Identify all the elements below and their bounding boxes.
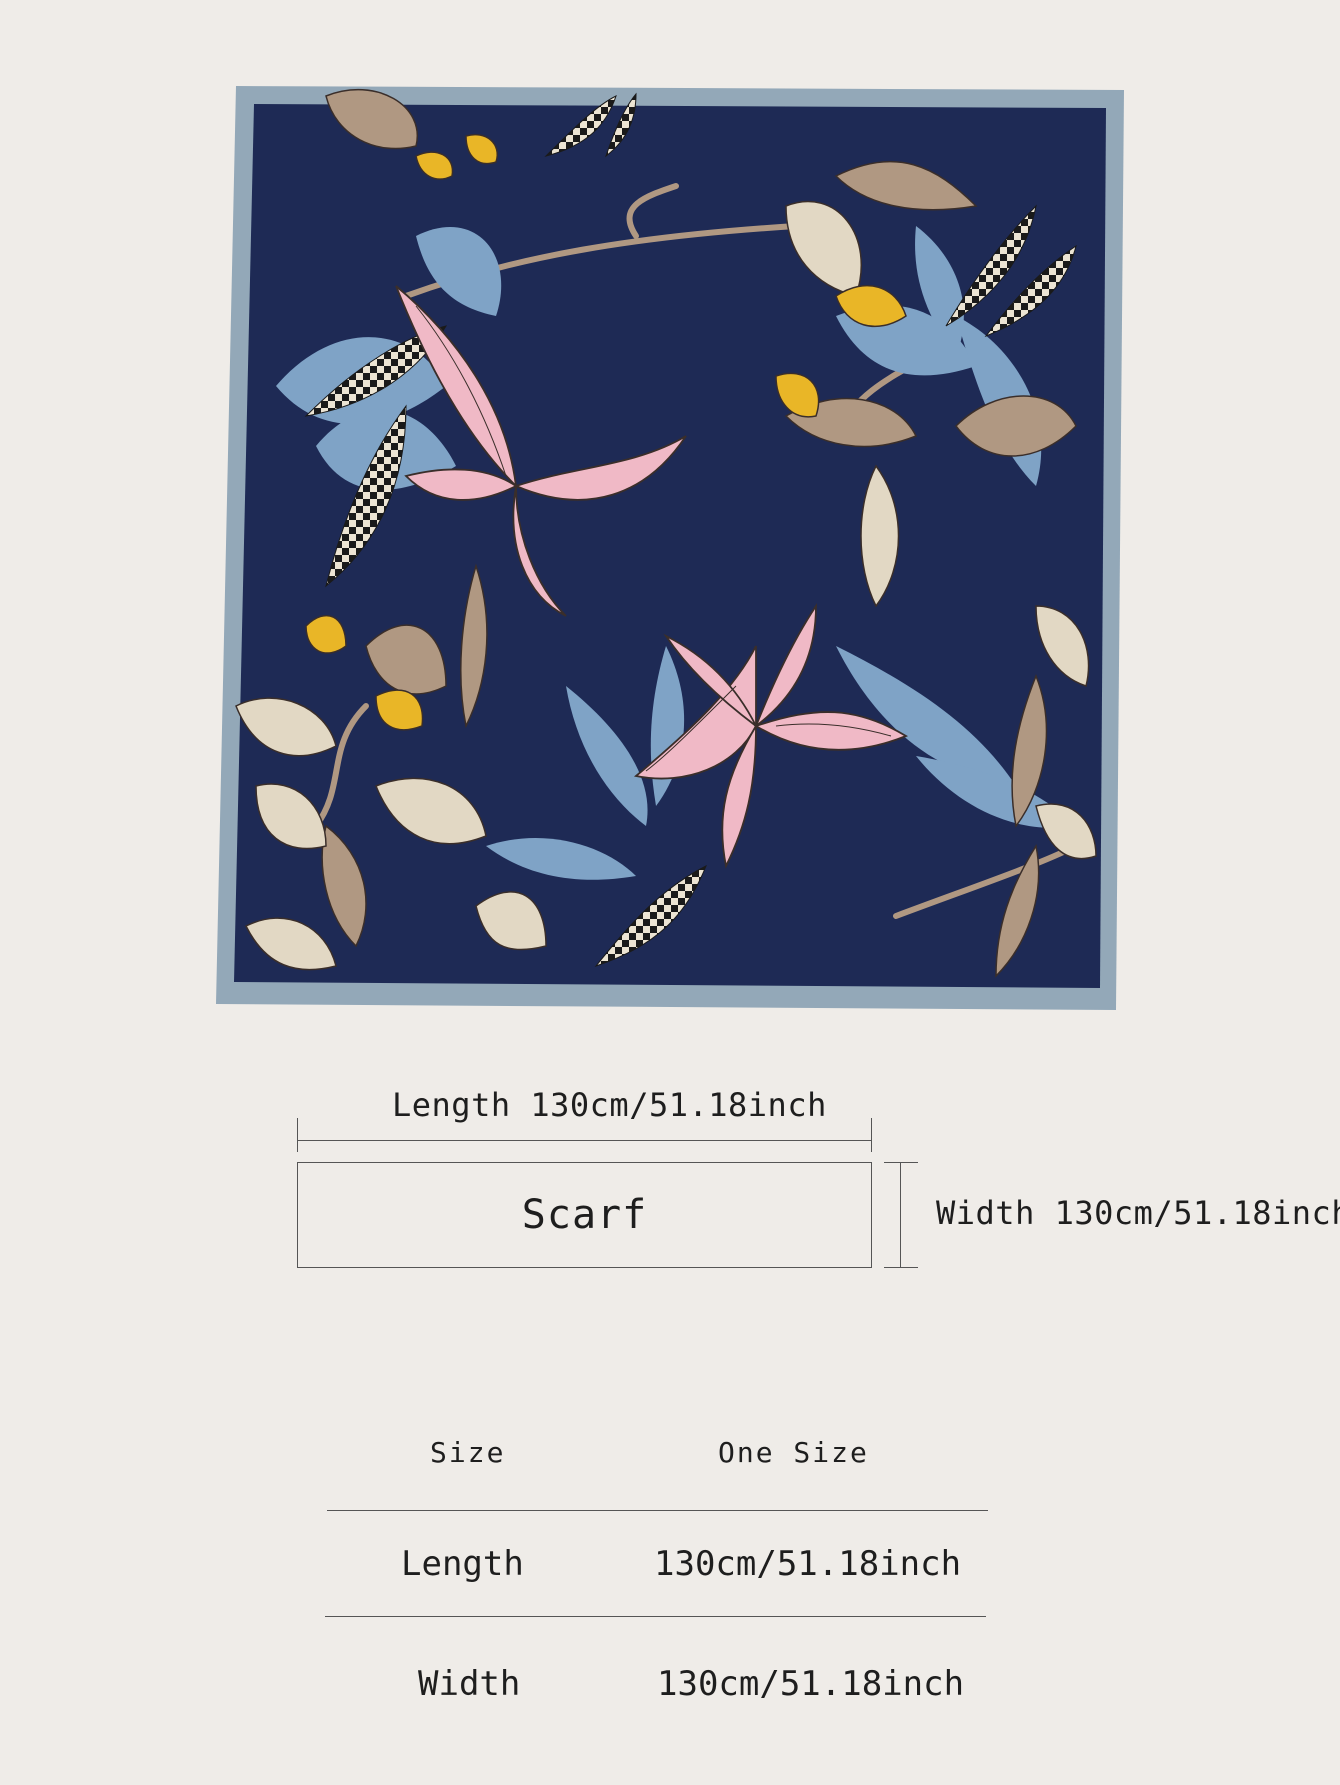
width-tick-top	[884, 1162, 918, 1163]
width-dimension-line	[900, 1162, 901, 1268]
table-divider	[327, 1510, 988, 1511]
size-header-label: Size	[430, 1436, 506, 1469]
scarf-illustration	[216, 86, 1124, 1010]
width-label: Width 130cm/51.18inch	[936, 1194, 1340, 1232]
length-tick-right	[871, 1118, 872, 1152]
scarf-box-label: Scarf	[521, 1192, 648, 1238]
width-row-value: 130cm/51.18inch	[657, 1664, 965, 1704]
length-dimension-line	[297, 1140, 872, 1141]
length-row-label: Length	[401, 1544, 524, 1584]
length-label: Length 130cm/51.18inch	[392, 1086, 827, 1124]
size-header-value: One Size	[718, 1436, 869, 1469]
length-tick-left	[297, 1118, 298, 1152]
width-row-label: Width	[418, 1664, 521, 1704]
length-row-value: 130cm/51.18inch	[654, 1544, 962, 1584]
scarf-product-image	[216, 86, 1124, 1010]
scarf-outline-box: Scarf	[297, 1162, 872, 1268]
table-divider	[325, 1616, 986, 1617]
width-tick-bottom	[884, 1267, 918, 1268]
